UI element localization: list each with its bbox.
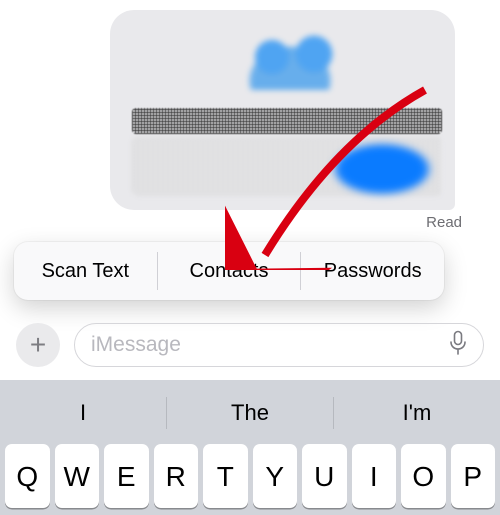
keyboard-row: Q W E R T Y U I O P [0, 440, 500, 508]
suggestion-bar: I The I'm [0, 386, 500, 440]
message-input[interactable]: iMessage [74, 323, 484, 367]
add-button[interactable]: + [16, 323, 60, 367]
microphone-icon[interactable] [449, 330, 467, 361]
key-e[interactable]: E [104, 444, 149, 508]
key-u[interactable]: U [302, 444, 347, 508]
key-w[interactable]: W [55, 444, 100, 508]
redacted-text [132, 108, 442, 134]
popover-item-scan-text[interactable]: Scan Text [14, 242, 157, 300]
plus-icon: + [30, 329, 46, 361]
redacted-image [327, 140, 437, 198]
composer-bar: + iMessage [0, 316, 500, 374]
key-p[interactable]: P [451, 444, 496, 508]
suggestion-item[interactable]: I'm [334, 386, 500, 440]
key-t[interactable]: T [203, 444, 248, 508]
suggestion-item[interactable]: The [167, 386, 333, 440]
popover-item-passwords[interactable]: Passwords [301, 242, 444, 300]
key-o[interactable]: O [401, 444, 446, 508]
read-receipt-label: Read [426, 214, 462, 231]
message-bubble [110, 10, 455, 210]
key-y[interactable]: Y [253, 444, 298, 508]
message-input-placeholder: iMessage [91, 333, 181, 357]
popover-item-contacts[interactable]: Contacts [158, 242, 301, 300]
suggestion-item[interactable]: I [0, 386, 166, 440]
key-r[interactable]: R [154, 444, 199, 508]
keyboard: I The I'm Q W E R T Y U I O P [0, 380, 500, 515]
context-popover: Scan Text Contacts Passwords [14, 242, 444, 300]
key-i[interactable]: I [352, 444, 397, 508]
key-q[interactable]: Q [5, 444, 50, 508]
redacted-image [230, 30, 350, 90]
